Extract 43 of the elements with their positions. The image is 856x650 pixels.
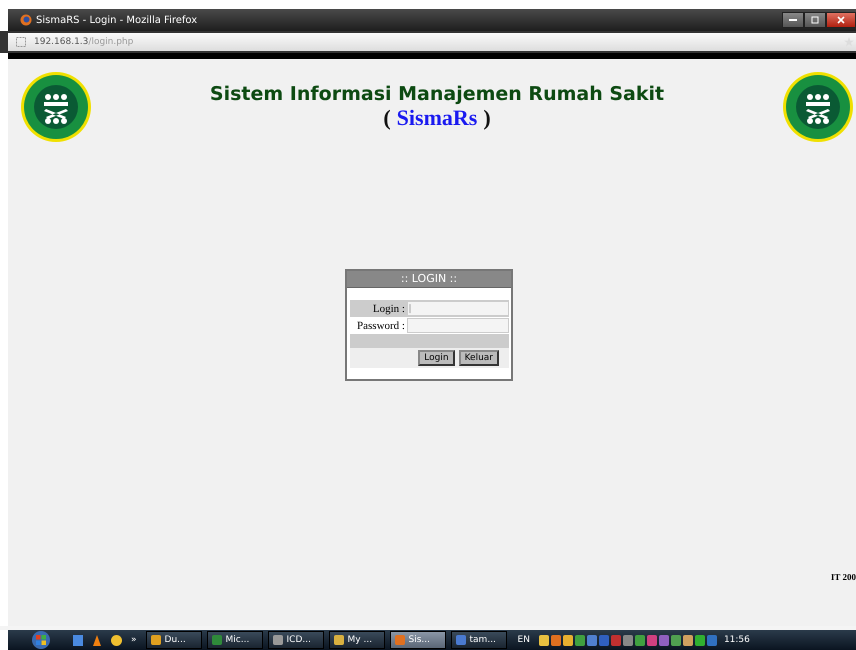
app-icon bbox=[394, 635, 405, 645]
star-icon[interactable] bbox=[844, 37, 854, 47]
app-icon[interactable] bbox=[73, 634, 83, 646]
taskbar-button[interactable]: Sis... bbox=[390, 631, 446, 649]
input-field[interactable] bbox=[407, 318, 509, 333]
firefox-icon bbox=[20, 14, 32, 26]
minimize-button[interactable] bbox=[782, 12, 804, 28]
taskbar-button[interactable]: Mic... bbox=[206, 631, 263, 649]
address-bar[interactable]: 192.168.1.3/login.php bbox=[8, 33, 856, 51]
taskbar-button[interactable]: ICD... bbox=[268, 631, 324, 649]
language-indicator[interactable]: EN bbox=[518, 635, 530, 645]
app-icon bbox=[150, 635, 161, 645]
taskbar-button[interactable]: tam... bbox=[450, 631, 507, 649]
clock: 11:56 bbox=[724, 635, 750, 645]
subtitle-paren: ) bbox=[483, 105, 491, 131]
minimize-icon bbox=[789, 18, 797, 22]
app-icon bbox=[334, 635, 344, 645]
login-button[interactable]: Login bbox=[418, 350, 455, 366]
field-label: Password : bbox=[356, 320, 406, 332]
taskbar-button[interactable]: Du... bbox=[146, 631, 202, 649]
panel-heading: :: LOGIN :: bbox=[347, 271, 511, 288]
page-title: Sistem Informasi Manajemen Rumah Sakit bbox=[210, 83, 664, 105]
app-name: SismaRs bbox=[396, 105, 478, 131]
page-icon bbox=[16, 37, 26, 47]
logo-icon bbox=[20, 71, 92, 143]
input-field[interactable]: | bbox=[407, 301, 509, 316]
app-icon bbox=[272, 635, 283, 645]
subtitle-paren: ( bbox=[383, 105, 391, 131]
cone-icon[interactable] bbox=[92, 634, 102, 646]
url-text: 192.168.1.3/login.php bbox=[34, 37, 134, 47]
app-icon bbox=[456, 635, 466, 645]
logo-icon bbox=[782, 71, 854, 143]
exit-button[interactable]: Keluar bbox=[458, 350, 499, 366]
taskbar-button[interactable]: My ... bbox=[328, 631, 385, 649]
close-button[interactable] bbox=[826, 12, 856, 28]
field-label: Login : bbox=[372, 302, 406, 314]
maximize-button[interactable] bbox=[804, 12, 826, 28]
maximize-icon bbox=[811, 16, 819, 24]
close-icon bbox=[837, 16, 845, 24]
window-title: SismaRS - Login - Mozilla Firefox bbox=[36, 14, 198, 26]
more-button[interactable]: » bbox=[131, 635, 137, 645]
app-icon bbox=[212, 635, 222, 645]
footer-text: IT 200 bbox=[830, 572, 856, 582]
